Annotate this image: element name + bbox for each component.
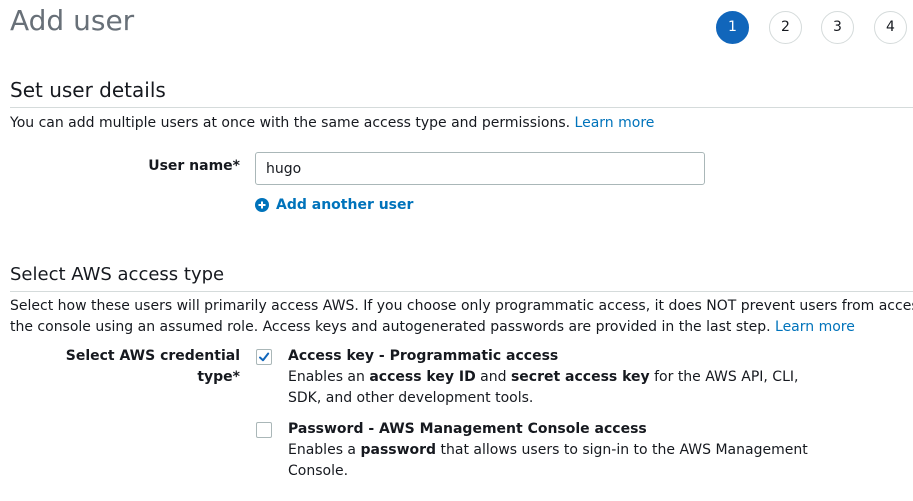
access-description-line2: the console using an assumed role. Acces… [10, 317, 913, 338]
user-details-description-text: You can add multiple users at once with … [10, 115, 571, 131]
credential-type-label: Select AWS credential type* [40, 346, 240, 388]
divider [10, 107, 913, 108]
username-label: User name* [148, 158, 240, 174]
desc-bold: password [360, 442, 437, 458]
divider [10, 291, 913, 292]
user-details-heading: Set user details [10, 78, 166, 102]
checkmark-icon [259, 352, 270, 362]
step-1[interactable]: 1 [716, 11, 749, 44]
step-4[interactable]: 4 [874, 11, 907, 44]
access-key-option-description: Enables an access key ID and secret acce… [288, 367, 818, 409]
step-3[interactable]: 3 [821, 11, 854, 44]
add-another-user-button[interactable]: Add another user [255, 197, 413, 213]
username-input[interactable] [255, 152, 705, 185]
credential-type-label-line1: Select AWS credential [65, 348, 240, 364]
access-key-option-title: Access key - Programmatic access [288, 348, 559, 364]
step-2[interactable]: 2 [769, 11, 802, 44]
add-another-user-label: Add another user [276, 197, 414, 213]
password-checkbox[interactable] [256, 422, 272, 438]
credential-type-label-line2: type* [197, 369, 240, 385]
desc-text: Enables a [288, 442, 361, 458]
plus-circle-icon [255, 198, 269, 212]
learn-more-link[interactable]: Learn more [575, 115, 655, 131]
access-description-line1: Select how these users will primarily ac… [10, 298, 913, 314]
desc-text: and [475, 369, 511, 385]
access-description-text: the console using an assumed role. Acces… [10, 319, 771, 335]
page-title: Add user [10, 4, 135, 37]
desc-bold: secret access key [510, 369, 650, 385]
password-option-description: Enables a password that allows users to … [288, 440, 828, 482]
access-type-heading: Select AWS access type [10, 264, 225, 285]
learn-more-link[interactable]: Learn more [775, 319, 855, 335]
user-details-description: You can add multiple users at once with … [10, 113, 654, 134]
access-key-checkbox[interactable] [256, 349, 272, 365]
desc-text: Enables an [288, 369, 370, 385]
password-option-title: Password - AWS Management Console access [288, 421, 647, 437]
desc-bold: access key ID [369, 369, 476, 385]
